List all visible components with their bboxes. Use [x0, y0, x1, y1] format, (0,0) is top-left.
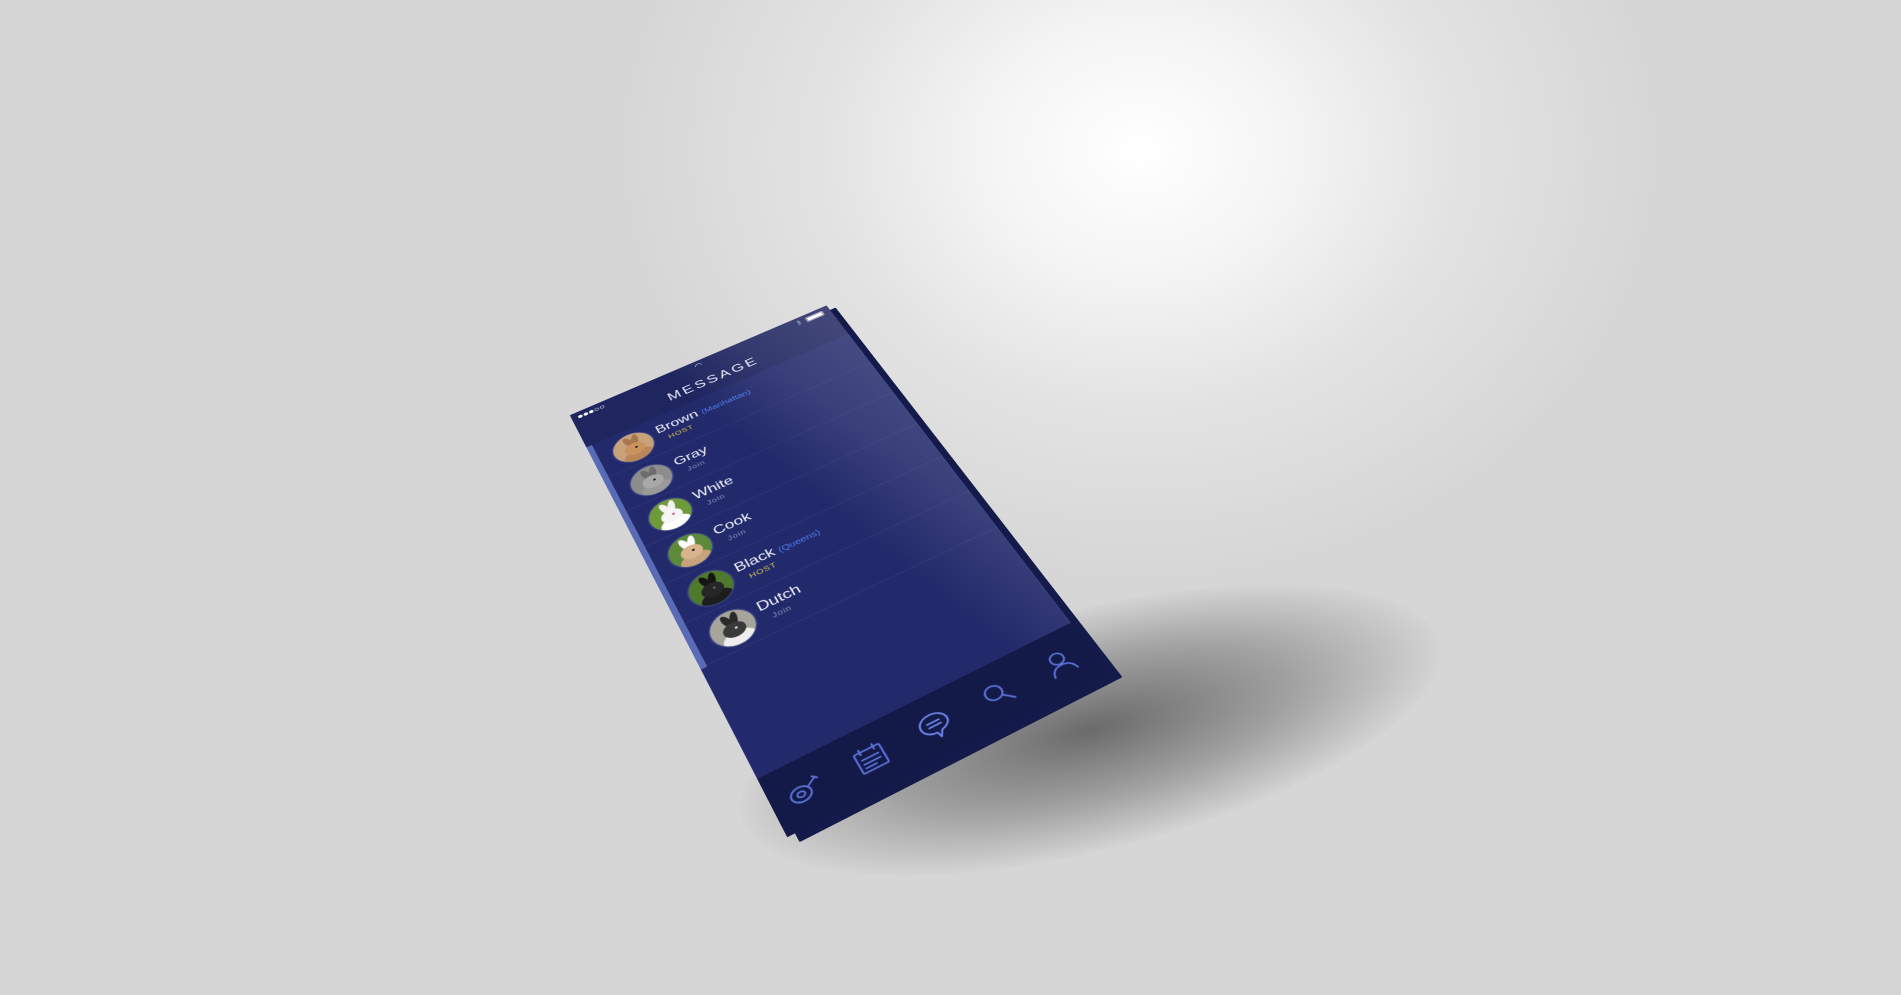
tab-profile[interactable] [1028, 638, 1091, 689]
search-icon [972, 672, 1024, 715]
calendar-icon [845, 735, 897, 781]
chat-bubble-icon [909, 703, 961, 748]
profile-icon [1034, 642, 1086, 684]
stage: ◠ ᛒ MESSAGE Brown(Manhattan) HOST Gray J… [0, 0, 1901, 995]
contact-location [735, 475, 739, 482]
tab-search[interactable] [967, 668, 1030, 721]
avatar [701, 601, 764, 655]
contact-name: Dutch [754, 580, 808, 615]
bluetooth-icon: ᛒ [795, 319, 803, 326]
contact-role: HOST [747, 560, 778, 579]
contact-location [753, 511, 757, 518]
tab-meat[interactable] [774, 763, 836, 820]
meat-icon [780, 768, 832, 815]
tab-calendar[interactable] [840, 731, 903, 786]
contact-location [709, 445, 713, 452]
avatar [680, 563, 742, 615]
contact-role: Join [770, 603, 793, 619]
contact-location: (Queens) [776, 528, 822, 555]
tab-chat[interactable] [904, 699, 967, 753]
phone-mockup: ◠ ᛒ MESSAGE Brown(Manhattan) HOST Gray J… [570, 305, 1110, 837]
phone-screen: ◠ ᛒ MESSAGE Brown(Manhattan) HOST Gray J… [570, 305, 1110, 837]
contact-location [802, 584, 807, 592]
